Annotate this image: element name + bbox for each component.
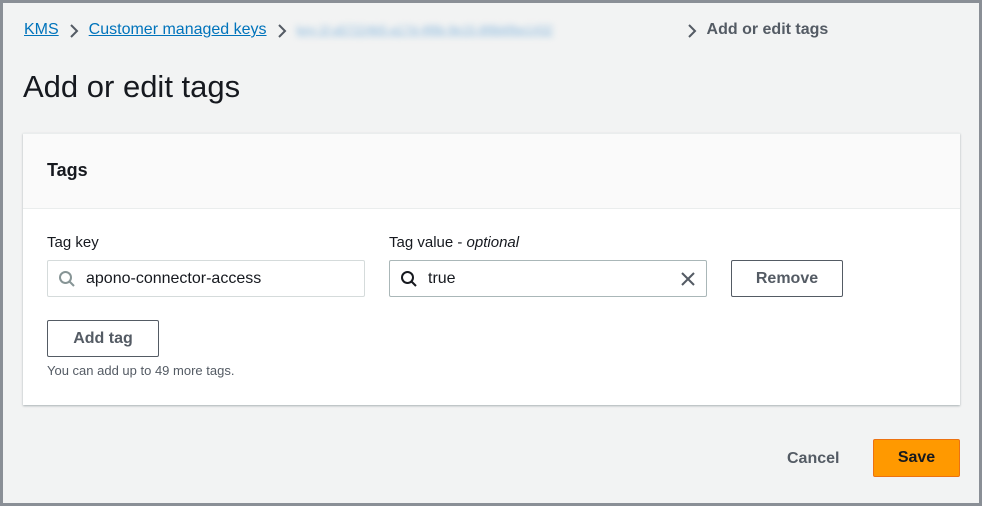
save-button[interactable]: Save [873, 439, 960, 477]
tags-panel: Tags Tag key Tag value - optional apono-… [23, 133, 960, 405]
breadcrumb-current: Add or edit tags [706, 21, 829, 38]
breadcrumb-key-link[interactable]: key-1f-a57224b5-a17d-4f8b-9e15-8f8b6fbe1… [297, 23, 677, 37]
search-icon [400, 270, 418, 288]
tags-panel-header: Tags [23, 134, 960, 209]
breadcrumb-customer-keys-link[interactable]: Customer managed keys [89, 21, 267, 39]
page-title: Add or edit tags [23, 69, 241, 104]
tags-limit-hint: You can add up to 49 more tags. [47, 363, 235, 378]
chevron-right-icon [59, 22, 89, 38]
cancel-button[interactable]: Cancel [787, 450, 839, 468]
tag-key-label: Tag key [47, 234, 99, 251]
search-icon [58, 270, 76, 288]
tag-value-label: Tag value - optional [389, 234, 520, 251]
tag-value-value: true [428, 269, 456, 287]
add-tag-button[interactable]: Add tag [47, 320, 159, 357]
chevron-right-icon [677, 22, 707, 38]
tags-panel-title: Tags [47, 160, 88, 180]
tag-key-field[interactable]: apono-connector-access [47, 260, 365, 297]
tag-value-field[interactable]: true [389, 260, 707, 297]
breadcrumb: KMS Customer managed keys key-1f-a57224b… [24, 21, 828, 39]
breadcrumb-kms-link[interactable]: KMS [24, 21, 59, 39]
clear-icon[interactable] [679, 270, 697, 288]
remove-tag-button[interactable]: Remove [731, 260, 843, 297]
tag-key-value: apono-connector-access [86, 269, 262, 287]
chevron-right-icon [267, 22, 297, 38]
